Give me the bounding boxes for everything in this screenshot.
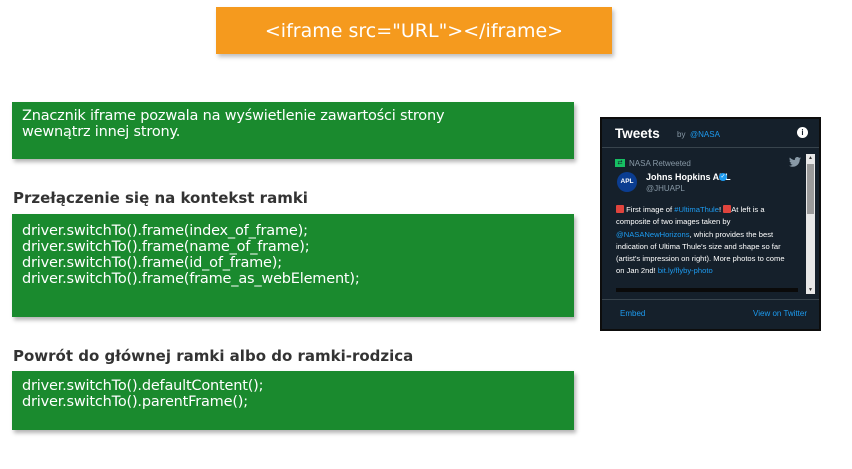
- hashtag-link[interactable]: #UltimaThule: [674, 205, 719, 214]
- widget-account-link[interactable]: @NASA: [690, 130, 720, 139]
- widget-header: Tweets by @NASA i: [602, 119, 819, 148]
- code-line: driver.switchTo().frame(name_of_frame);: [22, 239, 310, 255]
- widget-scrollbar[interactable]: ▲ ▼: [806, 154, 815, 294]
- return-heading: Powrót do głównej ramki albo do ramki-ro…: [13, 347, 414, 365]
- author-name[interactable]: Johns Hopkins APL: [646, 172, 731, 182]
- description-box: Znacznik iframe pozwala na wyświetlenie …: [12, 102, 574, 159]
- code-line: driver.switchTo().parentFrame();: [22, 394, 248, 410]
- embed-link[interactable]: Embed: [620, 309, 645, 318]
- switch-code-box: driver.switchTo().frame(index_of_frame);…: [12, 214, 574, 317]
- switch-heading: Przełączenie się na kontekst ramki: [13, 189, 308, 207]
- retweet-icon: ⇄: [615, 159, 625, 167]
- retweeted-label: NASA Retweeted: [629, 159, 691, 168]
- verified-icon: ✓: [719, 173, 727, 181]
- scroll-up-icon[interactable]: ▲: [806, 154, 815, 162]
- code-line: driver.switchTo().frame(index_of_frame);: [22, 223, 308, 239]
- title-text: <iframe src="URL"></iframe>: [264, 19, 564, 42]
- description-line: wewnątrz innej strony.: [22, 124, 181, 140]
- widget-footer: Embed View on Twitter: [602, 299, 819, 329]
- camera-emoji-icon: [616, 205, 624, 213]
- tweet-text: First image of #UltimaThule! At left is …: [616, 205, 785, 276]
- title-banner: <iframe src="URL"></iframe>: [216, 7, 612, 54]
- tweet-url-link[interactable]: bit.ly/flyby-photo: [658, 266, 713, 275]
- return-code-box: driver.switchTo().defaultContent(); driv…: [12, 371, 574, 430]
- twitter-widget[interactable]: Tweets by @NASA i ⇄ NASA Retweeted APL J…: [602, 119, 819, 329]
- author-handle[interactable]: @JHUAPL: [646, 184, 685, 193]
- code-line: driver.switchTo().defaultContent();: [22, 378, 264, 394]
- view-on-twitter-link[interactable]: View on Twitter: [753, 309, 807, 318]
- widget-by: by: [677, 130, 686, 139]
- scroll-down-icon[interactable]: ▼: [806, 286, 815, 294]
- description-line: Znacznik iframe pozwala na wyświetlenie …: [22, 108, 445, 124]
- mention-link[interactable]: @NASANewHorizons: [616, 230, 690, 239]
- code-line: driver.switchTo().frame(frame_as_webElem…: [22, 271, 360, 287]
- widget-title: Tweets: [615, 126, 660, 141]
- twitter-bird-icon[interactable]: [789, 157, 801, 167]
- info-icon[interactable]: i: [797, 127, 808, 138]
- avatar[interactable]: APL: [617, 172, 637, 192]
- code-line: driver.switchTo().frame(id_of_frame);: [22, 255, 282, 271]
- scroll-thumb[interactable]: [807, 164, 814, 214]
- media-separator: [616, 288, 798, 292]
